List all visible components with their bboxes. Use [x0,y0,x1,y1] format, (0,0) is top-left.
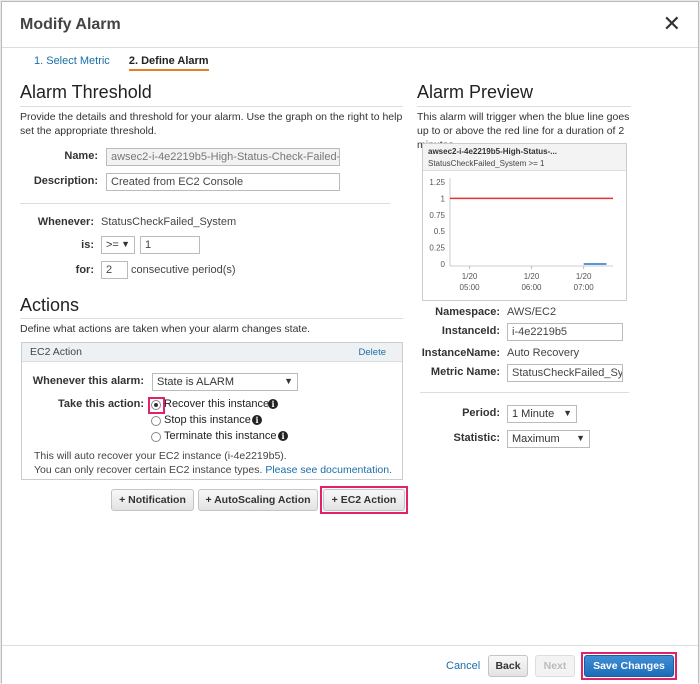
chart-title: awsec2-i-4e2219b5-High-Status-... [428,147,557,156]
divider [20,203,390,204]
chevron-down-icon: ▼ [121,239,130,249]
step-define-alarm[interactable]: 2. Define Alarm [128,55,209,71]
divider [420,392,629,393]
ec2-action-box: EC2 Action Delete Whenever this alarm: S… [21,342,403,480]
alarm-preview-title: Alarm Preview [417,82,534,102]
for-label: for: [75,264,94,276]
documentation-link[interactable]: Please see documentation. [265,464,392,476]
instance-types-text: You can only recover certain EC2 instanc… [34,464,263,476]
highlight-recover-radio [148,397,165,414]
chart-plot: 1.25 1 0.75 0.5 0.25 0 1/20 05:00 1/20 06:00 1/20 0… [429,178,613,292]
add-autoscaling-action-button[interactable]: + AutoScaling Action [198,489,318,511]
modify-alarm-dialog: Modify Alarm ✕ 1. Select Metric 2. Defin… [1,1,699,684]
ec2-action-title: EC2 Action [30,346,82,358]
threshold-input[interactable]: 1 [140,236,200,254]
cancel-link[interactable]: Cancel [446,660,480,672]
x-tick-label: 1/20 [524,272,540,281]
info-icon[interactable]: i [278,431,288,441]
chevron-down-icon: ▼ [284,376,293,386]
operator-value: >= [106,239,119,251]
period-select[interactable]: 1 Minute ▼ [507,405,577,423]
dialog-title: Modify Alarm [20,16,121,33]
x-tick-label: 1/20 [576,272,592,281]
periods-input[interactable]: 2 [101,261,128,279]
period-value: 1 Minute [512,408,555,420]
actions-help: Define what actions are taken when your … [20,323,311,335]
alarm-state-value: State is ALARM [157,376,235,388]
chart-subtitle: StatusCheckFailed_System >= 1 [428,159,545,168]
info-icon[interactable]: i [252,415,262,425]
period-label: Period: [462,407,500,419]
name-input[interactable]: awsec2-i-4e2219b5-High-Status-Check-Fail… [106,148,340,166]
threshold-help: Provide the details and threshold for yo… [20,111,403,137]
name-label: Name: [64,150,98,162]
step-select-metric[interactable]: 1. Select Metric [34,55,110,69]
y-tick-label: 1.25 [429,178,445,187]
divider [20,106,403,107]
statistic-label: Statistic: [453,432,500,444]
recover-note: This will auto recover your EC2 instance… [34,450,287,462]
instancename-value: Auto Recovery [507,347,580,359]
highlight-ec2-action-button [320,486,408,514]
whenever-alarm-label: Whenever this alarm: [32,375,144,387]
chart-header: awsec2-i-4e2219b5-High-Status-... Status… [423,144,626,171]
info-icon[interactable]: i [268,399,278,409]
namespace-value: AWS/EC2 [507,306,557,318]
alarm-preview-chart: awsec2-i-4e2219b5-High-Status-... Status… [422,143,627,301]
alarm-state-select[interactable]: State is ALARM ▼ [152,373,298,391]
divider [20,318,403,319]
y-tick-label: 0.75 [429,211,445,220]
alarm-threshold-title: Alarm Threshold [20,82,152,102]
instancename-label: InstanceName: [421,347,500,359]
statistic-select[interactable]: Maximum ▼ [507,430,590,448]
y-tick-label: 0 [441,260,446,269]
divider [417,106,631,107]
wizard-steps: 1. Select Metric 2. Define Alarm [34,55,225,71]
recover-label: Recover this instance [164,398,270,410]
stop-label: Stop this instance [164,414,251,426]
x-tick-label: 05:00 [460,283,481,292]
x-tick-label: 07:00 [574,283,595,292]
y-tick-label: 1 [441,194,446,203]
whenever-metric: StatusCheckFailed_System [101,216,237,228]
whenever-label: Whenever: [37,216,94,228]
x-tick-label: 1/20 [462,272,478,281]
namespace-label: Namespace: [435,306,500,318]
actions-title: Actions [20,295,80,315]
add-notification-button[interactable]: + Notification [111,489,194,511]
description-label: Description: [33,175,98,187]
chevron-down-icon: ▼ [576,433,585,443]
terminate-radio[interactable] [151,432,161,442]
y-tick-label: 0.5 [434,227,446,236]
dialog-header: Modify Alarm ✕ [2,2,698,48]
close-icon[interactable]: ✕ [663,13,681,35]
metricname-label: Metric Name: [430,366,500,378]
take-action-label: Take this action: [58,398,144,410]
description-input[interactable]: Created from EC2 Console [106,173,340,191]
stop-radio[interactable] [151,416,161,426]
highlight-save-changes-button [581,652,677,680]
delete-action-link[interactable]: Delete [359,347,386,358]
periods-suffix: consecutive period(s) [131,264,236,276]
y-tick-label: 0.25 [429,244,445,253]
ec2-action-header: EC2 Action Delete [22,343,402,362]
statistic-value: Maximum [512,433,560,445]
next-button[interactable]: Next [535,655,575,677]
chevron-down-icon: ▼ [563,408,572,418]
metricname-input[interactable]: StatusCheckFailed_Sys [507,364,623,382]
is-label: is: [81,239,94,251]
terminate-label: Terminate this instance [164,430,277,442]
instance-types-note: You can only recover certain EC2 instanc… [34,464,392,476]
dialog-footer: Cancel Back Next Save Changes [2,645,698,684]
instanceid-input[interactable]: i-4e2219b5 [507,323,623,341]
operator-select[interactable]: >= ▼ [101,236,135,254]
instanceid-label: InstanceId: [441,325,500,337]
back-button[interactable]: Back [488,655,528,677]
x-tick-label: 06:00 [521,283,542,292]
